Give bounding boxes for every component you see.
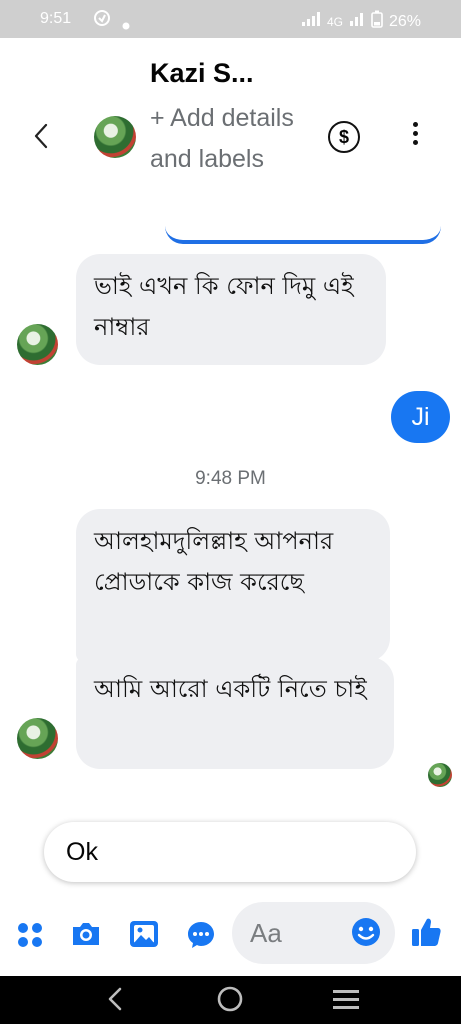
like-icon[interactable] [410, 916, 442, 952]
network-type: 4G [326, 14, 343, 29]
back-arrow-icon[interactable] [33, 123, 57, 153]
signal-icon [301, 12, 321, 31]
notification-dot-icon [122, 15, 130, 34]
menu-dots-icon[interactable] [16, 921, 44, 953]
status-indicators: 4G 26% [301, 10, 421, 33]
contact-name[interactable]: Kazi S... [150, 58, 254, 89]
battery-icon [371, 10, 383, 33]
gallery-icon[interactable] [129, 920, 159, 952]
nav-recents-icon[interactable] [332, 989, 360, 1015]
chat-icon[interactable] [186, 920, 216, 954]
seen-avatar [428, 763, 452, 787]
more-vertical-icon[interactable] [413, 122, 421, 149]
message-bubble-incoming[interactable]: ভাই এখন কি ফোন দিমু এই নাম্বার [76, 254, 386, 365]
avatar[interactable] [17, 324, 58, 365]
avatar[interactable] [17, 718, 58, 759]
nav-back-icon[interactable] [106, 986, 124, 1016]
message-bubble-incoming[interactable]: আলহামদুলিল্লাহ আপনার প্রোডাকে কাজ করেছে [76, 509, 390, 662]
message-timestamp: 9:48 PM [195, 468, 266, 489]
sync-icon [92, 8, 112, 32]
signal-icon-2 [349, 12, 365, 31]
message-bubble-outgoing[interactable]: Ji [391, 391, 450, 443]
status-bar: 9:51 4G 26% [0, 0, 461, 38]
message-bubble-incoming[interactable]: আমি আরো একটি নিতে চাই [76, 657, 394, 769]
dollar-icon[interactable]: $ [328, 121, 360, 153]
suggested-reply-chip[interactable]: Ok [44, 822, 416, 882]
status-time: 9:51 [40, 10, 72, 27]
camera-icon[interactable] [70, 920, 102, 952]
emoji-icon[interactable] [351, 917, 381, 951]
message-input-placeholder: Aa [250, 918, 282, 948]
avatar[interactable] [94, 116, 136, 158]
previous-message-edge [165, 226, 441, 244]
nav-home-icon[interactable] [216, 985, 244, 1017]
add-details-link[interactable]: + Add details and labels [150, 98, 300, 180]
battery-percent: 26% [388, 12, 421, 30]
